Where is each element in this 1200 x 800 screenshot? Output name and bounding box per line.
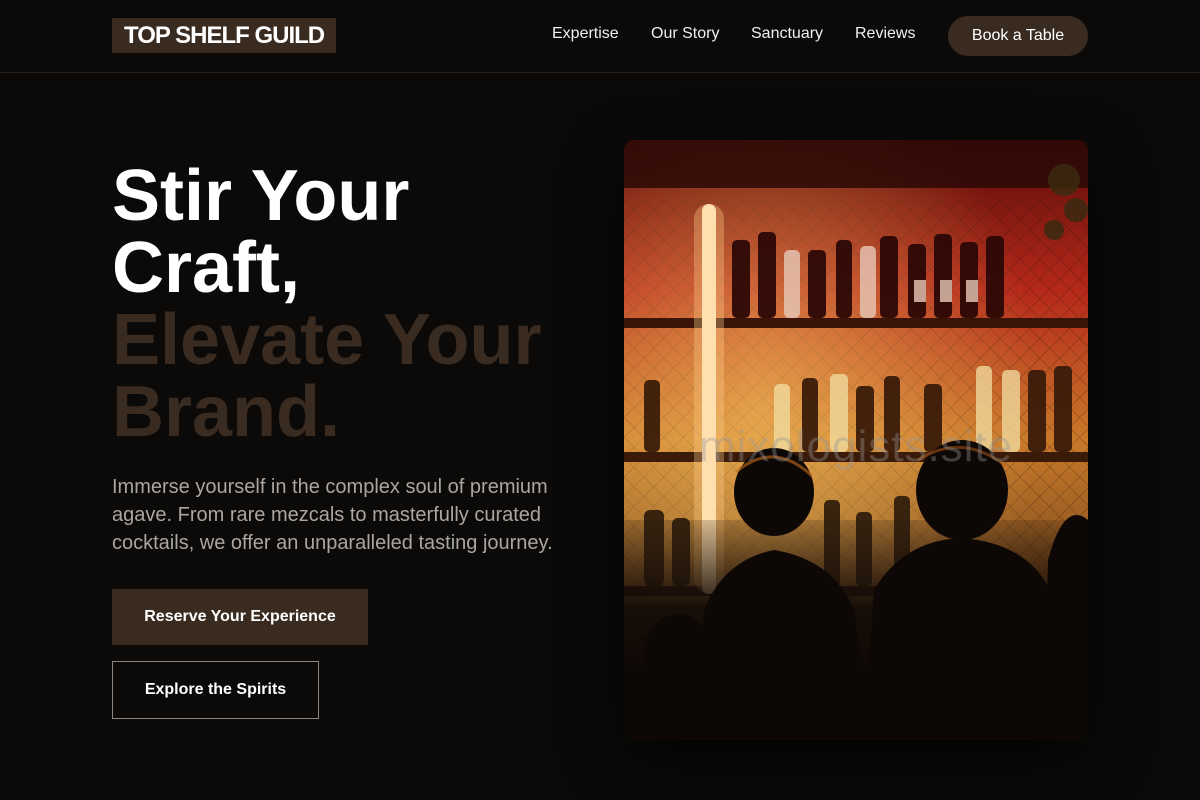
hero-description: Immerse yourself in the complex soul of … <box>112 476 553 554</box>
hero-title-highlight: Elevate Your <box>112 300 542 380</box>
site-header: TOP SHELF GUILD Expertise Our Story Sanc… <box>0 0 1200 73</box>
hero-title: Stir Your Craft, Elevate Your Brand. <box>112 160 582 448</box>
hero-title-line: Stir Your <box>112 156 410 236</box>
nav-link-expertise[interactable]: Expertise <box>552 24 619 44</box>
nav-link-sanctuary[interactable]: Sanctuary <box>751 24 823 44</box>
reserve-experience-button[interactable]: Reserve Your Experience <box>112 589 368 645</box>
hero-title-highlight: Brand. <box>112 372 341 452</box>
brand-logo[interactable]: TOP SHELF GUILD <box>112 18 337 53</box>
hero-title-line: Craft, <box>112 228 301 308</box>
explore-spirits-button[interactable]: Explore the Spirits <box>112 661 319 719</box>
nav-link-our-story[interactable]: Our Story <box>651 24 719 44</box>
nav-link-reviews[interactable]: Reviews <box>855 24 915 44</box>
image-watermark: mixologists.site <box>698 422 1014 471</box>
book-table-button[interactable]: Book a Table <box>948 16 1088 56</box>
hero-bar-image: mixologists.site <box>624 140 1088 740</box>
